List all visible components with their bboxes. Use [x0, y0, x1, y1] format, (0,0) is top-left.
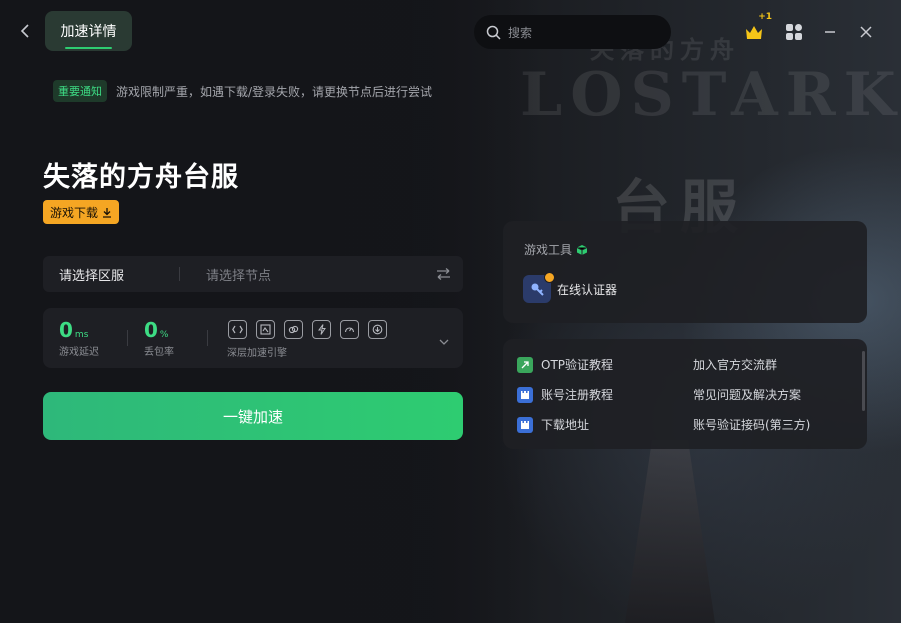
engine-icons — [228, 320, 387, 339]
minimize-icon — [825, 31, 835, 33]
close-icon — [860, 26, 872, 38]
search-placeholder: 搜索 — [508, 25, 533, 40]
notice-tag: 重要通知 — [53, 80, 107, 102]
latency-stat: 0 ms 游戏延迟 — [59, 318, 99, 358]
links-card: OTP验证教程 账号注册教程 下载地址 加入官方交流群 常见问题及解决方案 账号… — [503, 339, 867, 449]
swap-button[interactable] — [423, 268, 463, 280]
background-art-logo: LOSTARK — [520, 60, 901, 130]
loss-unit: % — [159, 330, 169, 340]
engine-protocol-icon[interactable] — [228, 320, 247, 339]
close-button[interactable] — [856, 14, 876, 50]
gift-crown-button[interactable]: +1 — [738, 12, 772, 50]
swap-icon — [436, 268, 450, 280]
game-download-label: 游戏下载 — [50, 205, 99, 220]
castle-icon — [517, 416, 533, 433]
chevron-left-icon — [20, 24, 29, 38]
chevron-down-icon — [439, 339, 449, 345]
game-download-button[interactable]: 游戏下载 — [43, 200, 120, 224]
back-button[interactable] — [14, 20, 36, 42]
apps-button[interactable] — [782, 14, 806, 50]
search-icon — [486, 25, 501, 40]
apps-grid-icon — [786, 24, 802, 40]
download-icon — [103, 207, 112, 218]
crown-badge: +1 — [758, 12, 772, 22]
authenticator-badge — [544, 272, 555, 283]
expand-stats-button[interactable] — [439, 330, 449, 349]
link-faq[interactable]: 常见问题及解决方案 — [693, 386, 801, 403]
packet-loss-stat: 0% 丢包率 — [144, 318, 174, 358]
notice-bar: 重要通知 游戏限制严重，如遇下载/登录失败，请更换节点后进行尝试 — [53, 80, 432, 102]
page-title: 失落的方舟台服 — [43, 162, 239, 193]
loss-label: 丢包率 — [144, 347, 174, 358]
link-label: 账号注册教程 — [541, 388, 614, 402]
crown-icon — [746, 26, 762, 39]
stats-divider — [207, 330, 208, 346]
tools-heading-label: 游戏工具 — [524, 243, 573, 257]
latency-value: 0 — [59, 318, 73, 342]
minimize-button[interactable] — [820, 14, 840, 50]
link-register-tutorial[interactable]: 账号注册教程 — [517, 386, 613, 403]
notice-text: 游戏限制严重，如遇下载/登录失败，请更换节点后进行尝试 — [116, 84, 433, 99]
search-input[interactable]: 搜索 — [474, 15, 671, 49]
link-label: OTP验证教程 — [541, 358, 614, 372]
engine-lightning-icon[interactable] — [312, 320, 331, 339]
castle-icon — [517, 386, 533, 403]
latency-unit: ms — [74, 330, 89, 340]
region-select[interactable]: 请选择区服 — [43, 265, 179, 284]
tool-online-authenticator[interactable]: 在线认证器 — [523, 272, 618, 303]
link-join-group[interactable]: 加入官方交流群 — [693, 356, 777, 373]
loss-value: 0 — [144, 318, 158, 342]
scrollbar[interactable] — [862, 351, 865, 411]
stats-divider — [127, 330, 128, 346]
engine-speed-icon[interactable] — [340, 320, 359, 339]
link-otp-tutorial[interactable]: OTP验证教程 — [517, 356, 613, 373]
stats-panel: 0 ms 游戏延迟 0% 丢包率 深层加速引擎 — [43, 308, 463, 368]
engine-link-icon[interactable] — [284, 320, 303, 339]
accelerate-button[interactable]: 一键加速 — [43, 392, 463, 440]
latency-label: 游戏延迟 — [59, 347, 99, 358]
cube-icon — [576, 244, 588, 255]
server-selector: 请选择区服 请选择节点 — [43, 256, 463, 292]
link-label: 下载地址 — [541, 418, 590, 432]
node-select[interactable]: 请选择节点 — [180, 265, 423, 284]
tools-heading: 游戏工具 — [524, 241, 588, 258]
tool-label: 在线认证器 — [557, 282, 618, 297]
link-icon — [517, 356, 533, 373]
authenticator-icon — [523, 272, 555, 303]
engine-screen-icon[interactable] — [256, 320, 275, 339]
game-tools-card: 游戏工具 在线认证器 — [503, 221, 867, 323]
engine-label: 深层加速引擎 — [227, 348, 287, 359]
tab-acceleration-details[interactable]: 加速详情 — [45, 11, 132, 51]
link-download-address[interactable]: 下载地址 — [517, 416, 589, 433]
engine-download-icon[interactable] — [368, 320, 387, 339]
link-sms-verify[interactable]: 账号验证接码(第三方) — [693, 416, 810, 433]
top-bar: 加速详情 搜索 +1 — [0, 0, 901, 64]
